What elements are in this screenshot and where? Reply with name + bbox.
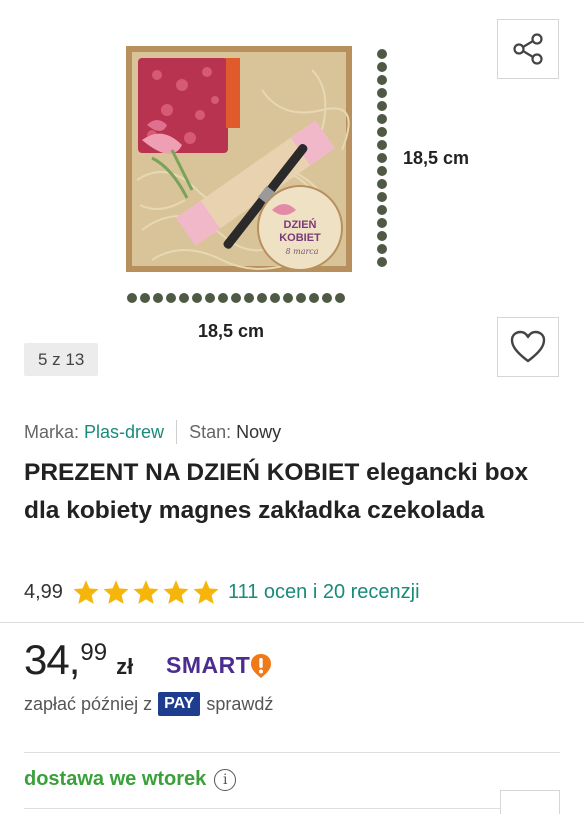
heart-icon [510, 330, 546, 363]
share-icon [513, 33, 543, 65]
info-icon[interactable]: i [214, 768, 237, 791]
section-divider [24, 808, 560, 809]
rating-score: 4,99 [24, 580, 63, 603]
star-icon [103, 580, 129, 604]
dimension-vertical-label: 18,5 cm [403, 148, 470, 168]
price-integer: 34 [24, 636, 70, 683]
bottom-action-button[interactable] [500, 790, 560, 814]
product-price: 34, 99 zł [24, 636, 133, 684]
smart-exclamation-icon [251, 653, 272, 678]
product-image: DZIEŃ KOBIET 8 marca [126, 46, 387, 303]
magnet-text-2: KOBIET [279, 232, 321, 244]
dimension-horizontal-label: 18,5 cm [198, 321, 265, 341]
star-icon [193, 580, 219, 604]
product-title: PREZENT NA DZIEŃ KOBIET elegancki box dl… [24, 459, 529, 524]
image-counter: 5 z 13 [24, 343, 99, 376]
horizontal-dimension-dots [127, 293, 345, 303]
reviews-link[interactable]: 111 ocen i 20 recenzji [228, 581, 420, 604]
price-currency: zł [116, 654, 134, 679]
pay-later-row: zapłać później z PAY sprawdź [24, 692, 273, 716]
star-icon [163, 580, 189, 604]
pay-later-check-link[interactable]: sprawdź [206, 694, 273, 715]
condition-label: Stan: [189, 421, 232, 442]
share-button[interactable] [497, 19, 559, 79]
delivery-row: dostawa we wtorek i [24, 768, 237, 791]
meta-separator [176, 420, 178, 444]
star-icon [133, 580, 159, 604]
condition-value: Nowy [236, 421, 282, 442]
smart-label: SMART [166, 652, 251, 678]
magnet-text-3: 8 marca [285, 247, 318, 256]
price-decimal: 99 [80, 639, 108, 666]
brand-link[interactable]: Plas-drew [84, 422, 164, 443]
magnet-text-1: DZIEŃ [284, 218, 317, 231]
product-gallery[interactable]: DZIEŃ KOBIET 8 marca 18,5 cm 18,5 cm 5 z… [0, 0, 584, 400]
pay-later-text: zapłać później z [24, 693, 153, 714]
product-meta: Marka: Plas-drew Stan: Nowy [24, 420, 281, 444]
product-rating[interactable]: 4,99 111 ocen i 20 recenzji [24, 579, 420, 605]
chocolate-wrapper [226, 58, 240, 128]
vertical-dimension-dots [377, 49, 387, 267]
rating-stars [72, 579, 220, 605]
pay-badge: PAY [158, 692, 201, 716]
delivery-text: dostawa we wtorek [24, 768, 207, 790]
section-divider [0, 622, 584, 623]
brand-label: Marka: [24, 421, 80, 442]
favorite-button[interactable] [497, 317, 559, 377]
star-icon [73, 580, 99, 604]
section-divider [24, 752, 560, 753]
price-comma: , [68, 636, 81, 683]
smart-badge[interactable]: SMART [166, 652, 272, 679]
